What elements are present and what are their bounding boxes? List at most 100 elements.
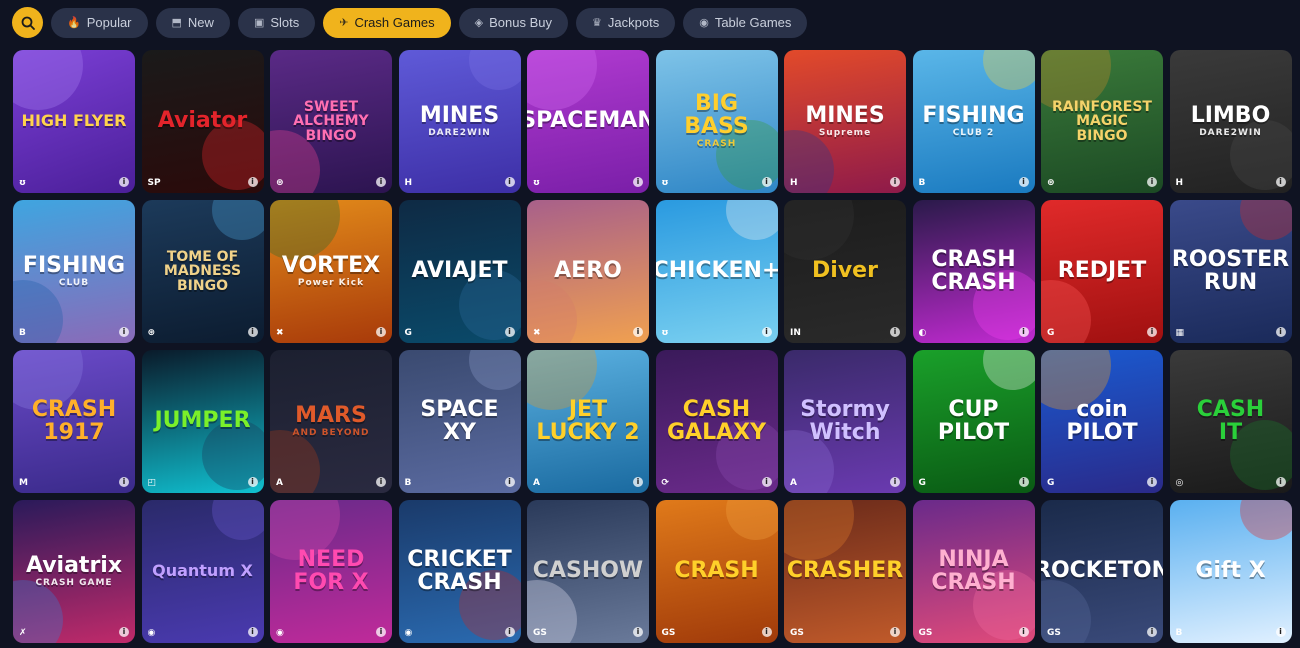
info-icon[interactable]: i (376, 477, 386, 487)
info-icon[interactable]: i (761, 627, 772, 637)
category-tabs: 🔥 Popular ⬒ New ▣ Slots ✈ Crash Games ◈ Bonus Buy… (51, 7, 808, 38)
game-tile[interactable]: JUMPER ◰ i (141, 350, 264, 493)
info-icon[interactable]: i (1018, 627, 1029, 637)
info-icon[interactable]: i (1275, 477, 1286, 487)
info-icon[interactable]: i (119, 477, 129, 487)
game-tile[interactable]: coin PILOT Gi (1041, 350, 1163, 493)
info-icon[interactable]: i (633, 327, 643, 337)
game-tile[interactable]: CRICKET CRASH ◉ i (398, 500, 521, 643)
info-icon[interactable]: i (633, 177, 643, 187)
info-icon[interactable]: i (1147, 627, 1157, 637)
game-tile[interactable]: MINES DARE2WIN Hi (398, 50, 521, 193)
game-tile[interactable]: HIGH FLYER ʊ i (13, 50, 135, 193)
info-icon[interactable]: i (247, 177, 258, 187)
game-title: Diver (806, 260, 884, 282)
game-tile[interactable]: FISHING CLUB 2 Bi (912, 50, 1035, 193)
info-icon[interactable]: i (1275, 627, 1286, 637)
game-tile[interactable]: CRASH GS i (655, 500, 778, 643)
game-tile[interactable]: CRASHER GS i (784, 500, 906, 643)
game-tile[interactable]: AERO ✖ i (527, 200, 649, 343)
game-tile[interactable]: Quantum X ◉ i (141, 500, 264, 643)
game-tile[interactable]: MINES Supreme Hi (784, 50, 906, 193)
info-icon[interactable]: i (633, 477, 643, 487)
info-icon[interactable]: i (376, 627, 386, 637)
game-tile[interactable]: CASH GALAXY ⟳ i (655, 350, 778, 493)
tab-bonus-buy[interactable]: ◈ Bonus Buy (458, 7, 569, 38)
info-icon[interactable]: i (1275, 327, 1286, 337)
tab-new[interactable]: ⬒ New (155, 7, 230, 38)
info-icon[interactable]: i (633, 627, 643, 637)
info-icon[interactable]: i (761, 327, 772, 337)
tab-popular[interactable]: 🔥 Popular (51, 7, 148, 38)
info-icon[interactable]: i (504, 477, 515, 487)
game-tile[interactable]: CRASH 1917 Mi (13, 350, 135, 493)
info-icon[interactable]: i (504, 177, 515, 187)
game-tile[interactable]: CASHOW GS i (527, 500, 649, 643)
tab-jackpots[interactable]: ♛ Jackpots (576, 7, 676, 38)
provider-logo: A (533, 478, 540, 488)
game-tile[interactable]: NINJA CRASH GS i (912, 500, 1035, 643)
game-tile[interactable]: JET LUCKY 2 Ai (527, 350, 649, 493)
game-tile[interactable]: Aviatrix CRASH GAME ✗ i (13, 500, 135, 643)
game-tile[interactable]: Gift X Bi (1169, 500, 1292, 643)
game-tile[interactable]: Aviator SP i (141, 50, 264, 193)
info-icon[interactable]: i (247, 327, 258, 337)
game-tile[interactable]: RAINFOREST MAGIC BINGO ⊛ i (1041, 50, 1163, 193)
info-icon[interactable]: i (890, 477, 900, 487)
info-icon[interactable]: i (1018, 327, 1029, 337)
info-icon[interactable]: i (504, 327, 515, 337)
game-tile[interactable]: SPACE XY Bi (398, 350, 521, 493)
category-toolbar: 🔥 Popular ⬒ New ▣ Slots ✈ Crash Games ◈ Bonus Buy… (12, 7, 808, 38)
game-tile[interactable]: Stormy Witch Ai (784, 350, 906, 493)
info-icon[interactable]: i (890, 177, 900, 187)
game-tile[interactable]: CUP PILOT Gi (912, 350, 1035, 493)
info-icon[interactable]: i (119, 327, 129, 337)
info-icon[interactable]: i (890, 627, 900, 637)
info-icon[interactable]: i (761, 177, 772, 187)
game-tile[interactable]: FISHING CLUB Bi (13, 200, 135, 343)
info-icon[interactable]: i (247, 627, 258, 637)
game-title: REDJET (1052, 260, 1152, 282)
info-icon[interactable]: i (376, 327, 386, 337)
game-tile[interactable]: TOME OF MADNESS BINGO ⊛ i (141, 200, 264, 343)
game-tile[interactable]: NEED FOR X ◉ i (270, 500, 392, 643)
info-icon[interactable]: i (761, 477, 772, 487)
info-icon[interactable]: i (376, 177, 386, 187)
info-icon[interactable]: i (504, 627, 515, 637)
game-tile[interactable]: ROCKETON GS i (1041, 500, 1163, 643)
game-tile[interactable]: REDJET Gi (1041, 200, 1163, 343)
search-button[interactable] (12, 7, 43, 38)
game-tile[interactable]: AVIAJET Gi (398, 200, 521, 343)
game-tile[interactable]: SWEET ALCHEMY BINGO ⊛ i (270, 50, 392, 193)
game-tile[interactable]: SPACEMAN ʊ i (527, 50, 649, 193)
game-tile[interactable]: BIG BASS CRASH ʊ i (655, 50, 778, 193)
info-icon[interactable]: i (119, 627, 129, 637)
game-tile[interactable]: VORTEX Power Kick ✖ i (270, 200, 392, 343)
tab-slots[interactable]: ▣ Slots (237, 7, 316, 38)
game-title: CRICKET CRASH (401, 548, 518, 594)
tab-table-games[interactable]: ◉ Table Games (683, 7, 808, 38)
game-tile[interactable]: ROOSTER RUN ▦ i (1169, 200, 1292, 343)
game-title: JET LUCKY 2 (530, 398, 645, 444)
provider-logo: B (404, 478, 412, 488)
info-icon[interactable]: i (1018, 477, 1029, 487)
info-icon[interactable]: i (1147, 177, 1157, 187)
game-tile[interactable]: CASH IT ◎ i (1169, 350, 1292, 493)
info-icon[interactable]: i (1018, 177, 1029, 187)
game-title: ROOSTER RUN (1170, 248, 1292, 294)
info-icon[interactable]: i (1147, 477, 1157, 487)
info-icon[interactable]: i (119, 177, 129, 187)
game-tile[interactable]: Diver IN i (784, 200, 906, 343)
game-tile[interactable]: CRASH CRASH ◐ i (912, 200, 1035, 343)
game-artwork (527, 50, 597, 110)
tab-crash-games[interactable]: ✈ Crash Games (323, 7, 451, 38)
provider-logo: ⊛ (147, 328, 156, 338)
info-icon[interactable]: i (1147, 327, 1157, 337)
game-tile[interactable]: LIMBO DARE2WIN Hi (1169, 50, 1292, 193)
info-icon[interactable]: i (1275, 177, 1286, 187)
info-icon[interactable]: i (247, 477, 258, 487)
info-icon[interactable]: i (890, 327, 900, 337)
game-title-text: Gift X (1195, 558, 1266, 584)
game-tile[interactable]: MARS AND BEYOND Ai (270, 350, 392, 493)
game-tile[interactable]: CHICKEN+ ʊ i (655, 200, 778, 343)
